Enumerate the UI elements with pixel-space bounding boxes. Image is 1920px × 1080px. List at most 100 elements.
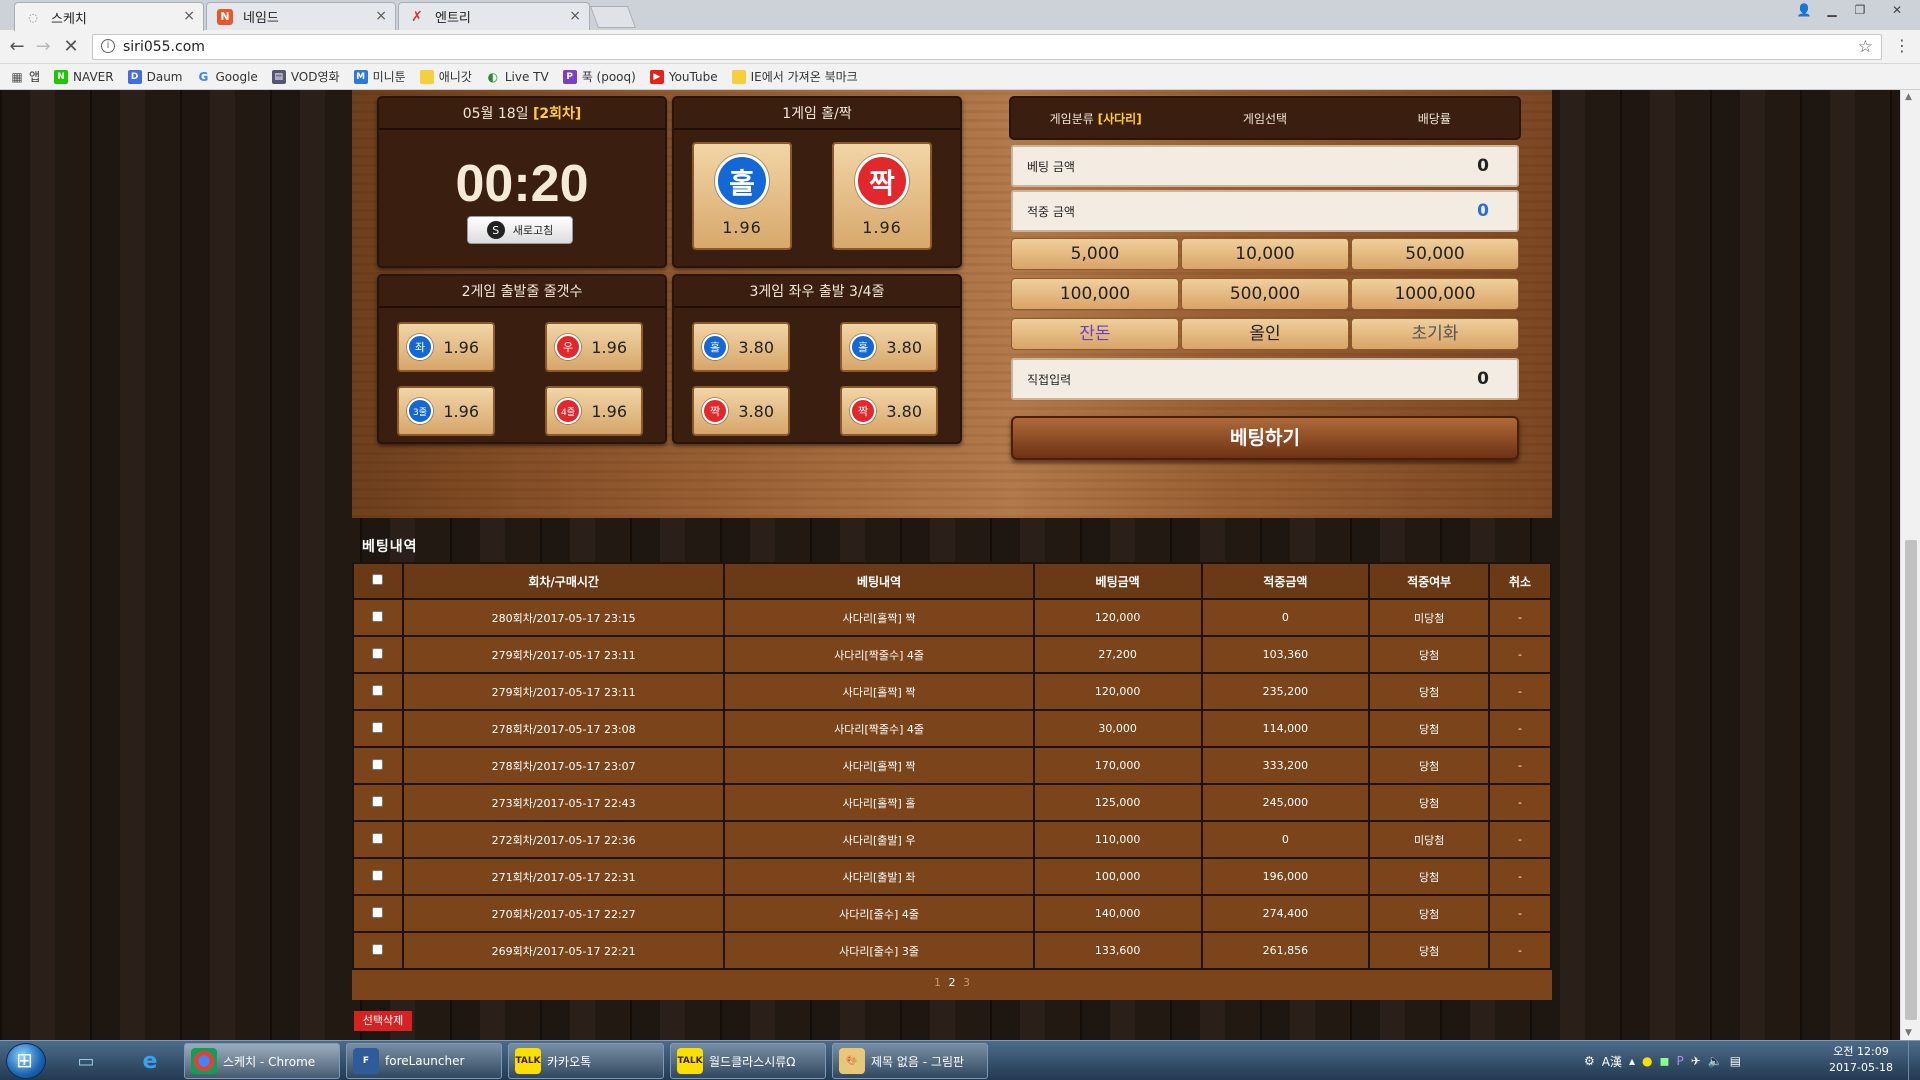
table-cell[interactable]: - [1490,600,1550,635]
user-icon[interactable]: 👤 [1790,0,1818,20]
network-icon[interactable]: ⚙ [1584,1054,1595,1068]
stop-icon[interactable]: ✕ [60,36,82,58]
bookmark-livetv[interactable]: ◐ Live TV [486,70,549,84]
chip-10000-button[interactable]: 10,000 [1181,238,1349,270]
select-all-checkbox[interactable] [372,574,384,585]
chip-5000-button[interactable]: 5,000 [1011,238,1179,270]
taskbar-kakao-chat[interactable]: TALK 월드클라스시류Ω [670,1043,826,1079]
bookmark-youtube[interactable]: ▶ YouTube [649,69,718,84]
taskbar-kakaotalk[interactable]: TALK 카카오톡 [508,1043,664,1079]
chip-50000-button[interactable]: 50,000 [1351,238,1519,270]
network-status-icon[interactable]: ▤ [1730,1054,1741,1068]
new-tab-button[interactable] [589,6,637,28]
pooq-tray-icon[interactable]: P [1676,1054,1683,1068]
all-in-button[interactable]: 올인 [1181,318,1349,350]
table-cell[interactable]: - [1490,859,1550,894]
table-cell[interactable]: - [1490,748,1550,783]
page-link[interactable]: 3 [963,976,970,989]
bookmark-naver[interactable]: N NAVER [54,69,114,84]
direct-input-field[interactable]: 직접입력 0 [1011,358,1519,400]
forward-icon[interactable]: → [32,36,54,58]
menu-icon[interactable]: ⋮ [1894,36,1910,55]
show-desktop-button[interactable] [1908,1041,1920,1080]
tab-entry[interactable]: ✗ 엔트리 × [398,2,590,30]
page-link[interactable]: 1 [934,976,941,989]
tray-app-icon[interactable]: ◼ [1660,1054,1670,1068]
chip-500000-button[interactable]: 500,000 [1181,278,1349,310]
bet-left4-even-button[interactable]: 짝 3.80 [692,386,790,436]
row-checkbox[interactable] [372,795,384,807]
close-icon[interactable]: × [375,8,387,24]
show-desktop-icon[interactable]: ▭ [70,1047,102,1075]
bet-left3-odd-button[interactable]: 홀 3.80 [692,322,790,372]
bookmark-anigat[interactable]: 애니갓 [419,68,472,85]
row-checkbox[interactable] [372,610,384,622]
minimize-button[interactable]: ▁ [1818,0,1846,20]
bet-even-button[interactable]: 짝 1.96 [832,142,932,250]
scroll-up-icon[interactable]: ▲ [1905,92,1912,102]
small-change-button[interactable]: 잔돈 [1011,318,1179,350]
tab-sketch[interactable]: ◌ 스케치 × [14,2,204,31]
table-cell[interactable]: - [1490,637,1550,672]
bet-4line-button[interactable]: 4줄 1.96 [545,386,643,436]
bookmark-pooq[interactable]: P푹 (pooq) [562,68,636,85]
scrollbar-thumb[interactable] [1905,540,1917,1020]
row-checkbox[interactable] [372,906,384,918]
chip-1000000-button[interactable]: 1000,000 [1351,278,1519,310]
row-checkbox[interactable] [372,721,384,733]
table-cell[interactable]: - [1490,822,1550,857]
back-icon[interactable]: ← [6,36,28,58]
table-cell: 사다리[홀짝] 짝 [725,600,1033,635]
place-bet-button[interactable]: 베팅하기 [1011,416,1519,460]
bookmark-star-icon[interactable]: ☆ [1858,37,1873,57]
bookmark-ie-folder[interactable]: IE에서 가져온 북마크 [731,68,858,85]
window-close-button[interactable]: ✕ [1874,0,1920,20]
reset-button[interactable]: 초기화 [1351,318,1519,350]
row-checkbox[interactable] [372,647,384,659]
ime-icon[interactable]: A漢 [1602,1053,1622,1070]
expand-tray-icon[interactable]: ▴ [1629,1054,1635,1068]
bet-right4-odd-button[interactable]: 홀 3.80 [840,322,938,372]
bet-right-button[interactable]: 우 1.96 [545,322,643,372]
row-checkbox[interactable] [372,758,384,770]
start-button[interactable] [6,1043,46,1079]
taskbar-paint[interactable]: 🎨 제목 없음 - 그림판 [832,1043,988,1079]
table-cell[interactable]: - [1490,674,1550,709]
row-checkbox[interactable] [372,869,384,881]
bookmark-vod[interactable]: ▤ VOD영화 [271,68,340,85]
table-cell[interactable]: - [1490,785,1550,820]
info-icon[interactable]: i [101,39,115,53]
ie-icon[interactable]: e [134,1047,166,1075]
close-icon[interactable]: × [183,8,195,24]
close-icon[interactable]: × [569,8,581,24]
delete-selected-button[interactable]: 선택삭제 [354,1011,412,1031]
row-checkbox[interactable] [372,943,384,955]
page-scrollbar[interactable]: ▲ ▼ [1900,90,1920,1040]
bet-3line-button[interactable]: 3줄 1.96 [397,386,495,436]
bookmark-google[interactable]: G Google [196,70,258,84]
table-cell[interactable]: - [1490,933,1550,968]
refresh-button[interactable]: S 새로고침 [467,216,573,244]
address-bar[interactable]: i siri055.com ☆ [92,34,1882,60]
row-checkbox[interactable] [372,832,384,844]
chip-100000-button[interactable]: 100,000 [1011,278,1179,310]
bet-left-button[interactable]: 좌 1.96 [397,322,495,372]
bookmark-apps[interactable]: ▦ 앱 [10,68,40,85]
kakao-tray-icon[interactable]: ● [1642,1054,1652,1068]
tray-app2-icon[interactable]: ✈ [1691,1054,1701,1068]
maximize-button[interactable]: ❐ [1846,0,1874,20]
bookmark-daum[interactable]: D Daum [127,69,182,84]
row-checkbox[interactable] [372,684,384,696]
taskbar-forelauncher[interactable]: F foreLauncher [346,1043,502,1079]
bookmark-minitoon[interactable]: M 미니툰 [353,68,406,85]
scroll-down-icon[interactable]: ▼ [1905,1028,1912,1038]
table-cell[interactable]: - [1490,896,1550,931]
volume-icon[interactable]: 🔈 [1708,1054,1723,1068]
taskbar-chrome[interactable]: 스케치 - Chrome [184,1043,340,1079]
system-clock[interactable]: 오전 12:09 2017-05-18 [1826,1044,1896,1076]
bet-right3-even-button[interactable]: 짝 3.80 [840,386,938,436]
bet-odd-button[interactable]: 홀 1.96 [692,142,792,250]
tab-named[interactable]: N 네임드 × [206,2,396,30]
page-link-current[interactable]: 2 [949,976,956,989]
table-cell[interactable]: - [1490,711,1550,746]
